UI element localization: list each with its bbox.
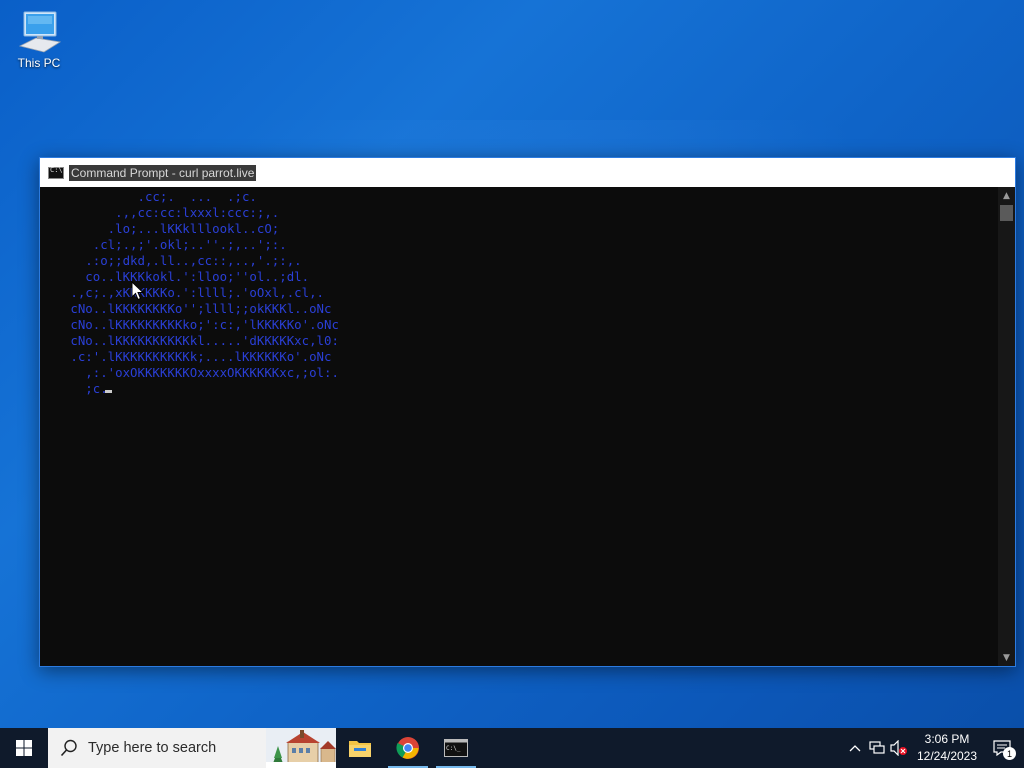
search-icon: [60, 739, 77, 757]
window-title: Command Prompt - curl parrot.live: [69, 164, 257, 181]
text-cursor: [105, 390, 112, 393]
taskbar-app-chrome[interactable]: [384, 728, 432, 768]
desktop-icon-this-pc[interactable]: This PC: [10, 8, 68, 70]
this-pc-icon: [18, 11, 62, 53]
taskbar-app-command-prompt[interactable]: C:\_: [432, 728, 480, 768]
scroll-down-arrow-icon[interactable]: ▼: [998, 649, 1015, 666]
taskbar-clock[interactable]: 3:06 PM 12/24/2023: [914, 731, 980, 765]
svg-text:C:\_: C:\_: [446, 745, 461, 752]
notification-count-badge: 1: [1003, 747, 1016, 760]
cmd-icon: [48, 166, 64, 179]
system-tray: 3:06 PM 12/24/2023 1: [844, 728, 1024, 768]
chevron-up-icon: [849, 745, 861, 752]
taskbar-search-box[interactable]: Type here to search: [48, 728, 336, 768]
network-icon: [869, 741, 885, 754]
chrome-icon: [396, 737, 419, 759]
vertical-scrollbar[interactable]: ▲ ▼: [998, 187, 1015, 666]
network-tray-button[interactable]: [866, 728, 888, 768]
window-titlebar[interactable]: Command Prompt - curl parrot.live: [40, 158, 1015, 187]
windows-logo-icon: [16, 740, 32, 756]
cmd-icon: C:\_: [444, 739, 468, 757]
search-placeholder: Type here to search: [88, 740, 217, 756]
volume-muted-icon: [890, 740, 907, 756]
clock-date: 12/24/2023: [916, 749, 978, 763]
file-explorer-icon: [349, 741, 371, 757]
taskbar-app-file-explorer[interactable]: [336, 728, 384, 768]
search-highlight-illustration-icon: [266, 728, 336, 768]
show-hidden-icons-button[interactable]: [844, 728, 866, 768]
taskbar: Type here to search C:\_ 3:06 PM 12/24/2…: [0, 728, 1024, 768]
console-output[interactable]: .cc;. ... .;c. .,,cc:cc:lxxxl:ccc:;,. .l…: [40, 187, 998, 666]
scrollbar-thumb[interactable]: [1000, 205, 1013, 221]
desktop-icon-label: This PC: [17, 56, 61, 70]
action-center-button[interactable]: 1: [980, 728, 1024, 768]
clock-time: 3:06 PM: [924, 732, 970, 746]
scroll-up-arrow-icon[interactable]: ▲: [998, 187, 1015, 204]
console-text: .cc;. ... .;c. .,,cc:cc:lxxxl:ccc:;,. .l…: [70, 189, 339, 396]
mouse-pointer-icon: [131, 281, 145, 301]
command-prompt-window[interactable]: Command Prompt - curl parrot.live .cc;. …: [39, 157, 1016, 667]
volume-tray-button[interactable]: [888, 728, 910, 768]
start-button[interactable]: [0, 728, 48, 768]
